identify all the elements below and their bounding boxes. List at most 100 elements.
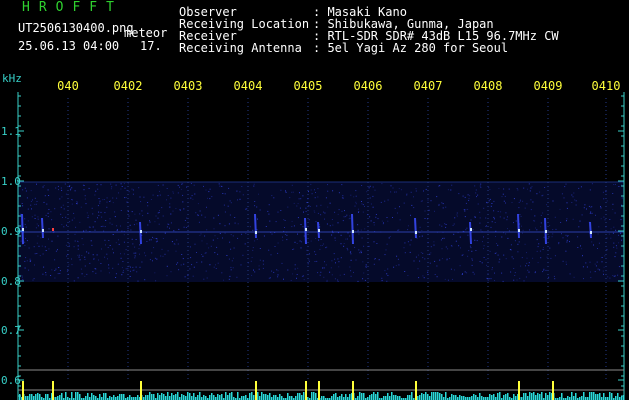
noise-speck [621,239,623,241]
noise-speck [286,239,288,241]
noise-speck [440,239,442,241]
y-tick-label: 0.9 [1,225,21,238]
noise-speck [92,213,94,215]
noise-speck [291,191,293,193]
signal-meter-bar [489,394,491,400]
noise-speck [361,201,362,202]
noise-speck [285,191,287,193]
noise-speck [294,241,296,243]
signal-meter-bar [549,392,551,400]
noise-speck [569,241,570,243]
noise-speck [112,197,114,199]
noise-speck [233,247,235,249]
noise-speck [170,213,172,215]
noise-speck [400,189,402,191]
noise-speck [98,214,100,216]
noise-speck [513,222,514,224]
noise-speck [70,188,72,190]
noise-speck [316,260,318,262]
noise-speck [558,242,560,244]
noise-speck [111,186,113,188]
noise-speck [201,214,203,216]
noise-speck [166,188,168,189]
noise-speck [259,248,261,249]
noise-speck [229,241,231,243]
noise-speck [215,268,217,269]
noise-speck [175,250,177,252]
noise-speck [128,265,130,267]
noise-speck [358,233,360,235]
noise-speck [85,229,87,231]
noise-speck [205,252,207,254]
noise-speck [618,242,620,244]
noise-speck [498,187,500,189]
noise-speck [424,258,426,260]
noise-speck [544,187,546,188]
noise-speck [144,279,146,281]
signal-meter-bar [77,392,79,400]
noise-speck [404,271,406,272]
noise-speck [186,217,188,219]
noise-speck [322,243,324,245]
noise-speck [560,222,562,223]
noise-speck [268,213,270,215]
noise-speck [204,235,206,237]
noise-speck [496,243,497,244]
noise-speck [514,275,516,276]
noise-speck [170,271,172,273]
noise-speck [462,230,464,232]
noise-speck [124,197,126,199]
noise-speck [418,277,420,279]
noise-speck [176,239,178,241]
signal-meter-bar [209,395,211,400]
signal-meter-bar [441,394,443,400]
noise-speck [296,277,297,279]
signal-meter-bar [373,392,375,400]
signal-meter-bar [231,392,233,400]
noise-speck [513,268,515,269]
noise-speck [326,279,328,281]
signal-meter-peak [352,381,354,400]
noise-speck [224,193,226,195]
noise-speck [468,199,470,201]
noise-speck [608,233,610,235]
noise-speck [612,208,614,210]
signal-meter-bar [167,392,169,400]
noise-speck [349,251,351,253]
noise-speck [319,274,321,276]
noise-speck [314,251,316,253]
meteor-echo [469,221,472,245]
noise-speck [281,262,283,264]
noise-speck [68,243,70,245]
noise-speck [139,244,141,246]
noise-speck [277,276,279,278]
signal-meter-bar [19,394,21,400]
signal-meter-bar [229,393,231,400]
noise-speck [149,220,150,222]
signal-meter-bar [531,393,533,400]
noise-speck [44,195,46,197]
y-tick-label: 0.6 [1,374,21,387]
noise-speck [338,261,340,263]
noise-speck [123,241,125,243]
noise-speck [77,254,79,256]
signal-meter-bar [451,394,453,400]
noise-speck [66,271,68,272]
y-unit-label: kHz [2,72,22,85]
signal-meter-bar [71,392,73,400]
noise-speck [100,263,102,264]
noise-speck [308,219,310,221]
noise-speck [60,187,62,189]
noise-speck [606,249,608,251]
noise-speck [83,189,85,191]
noise-speck [479,222,481,224]
signal-meter-bar [25,396,27,400]
noise-speck [389,236,391,237]
noise-speck [559,208,561,210]
noise-speck [313,210,315,212]
noise-speck [147,212,149,214]
noise-speck [562,237,564,239]
noise-speck [28,269,30,271]
noise-speck [483,257,485,258]
meteor-echo-core [518,229,520,232]
